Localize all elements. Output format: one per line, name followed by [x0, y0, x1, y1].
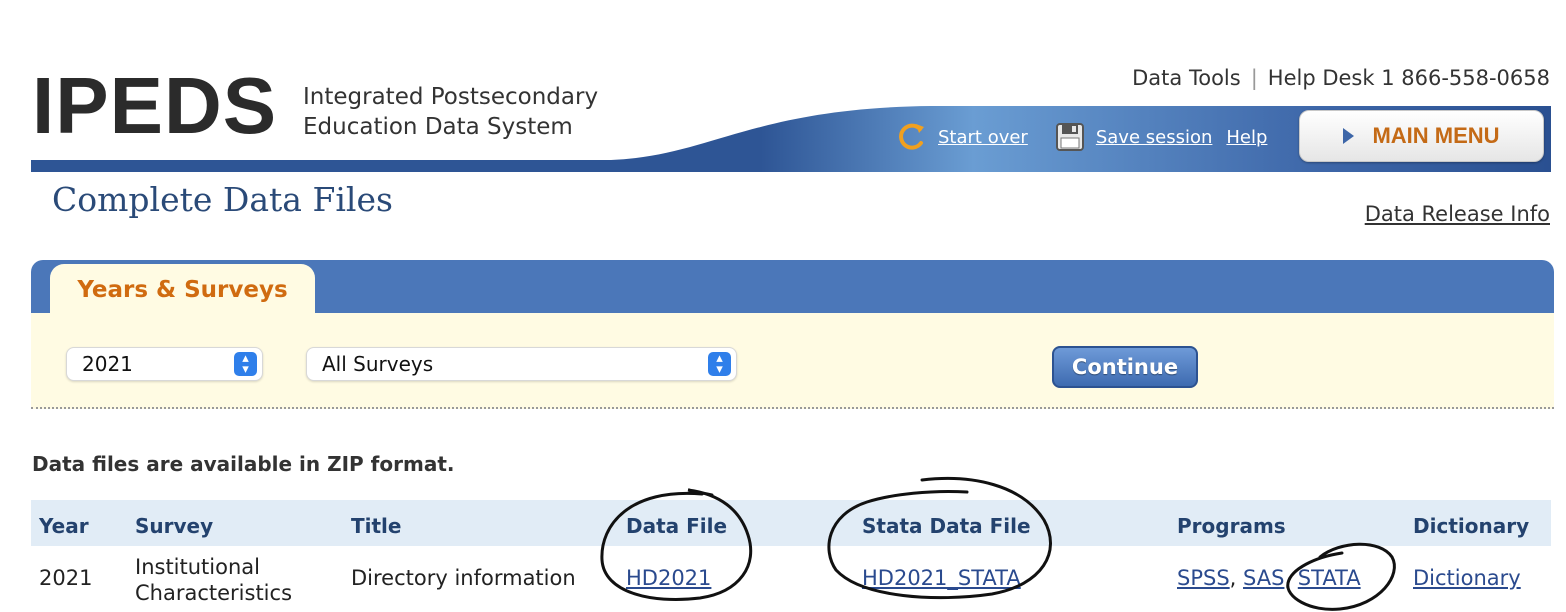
- stata-data-file-link[interactable]: HD2021_STATA: [862, 566, 1021, 590]
- data-file-link[interactable]: HD2021: [626, 566, 711, 590]
- start-over-icon[interactable]: [896, 121, 928, 153]
- row-year: 2021: [39, 566, 93, 590]
- survey-select-value: All Surveys: [322, 352, 434, 376]
- row-survey: Institutional Characteristics: [135, 554, 292, 606]
- help-desk-text: Help Desk 1 866-558-0658: [1267, 66, 1550, 90]
- col-header-survey: Survey: [135, 514, 214, 538]
- data-tools-link[interactable]: Data Tools: [1132, 66, 1241, 90]
- year-select[interactable]: 2021 ▴ ▾: [66, 347, 263, 381]
- sas-program-link[interactable]: SAS: [1243, 566, 1284, 590]
- page-title: Complete Data Files: [52, 180, 393, 219]
- col-header-stata-file: Stata Data File: [862, 514, 1031, 538]
- row-survey-line-2: Characteristics: [135, 581, 293, 605]
- main-menu-button[interactable]: MAIN MENU: [1299, 110, 1544, 162]
- start-over-link[interactable]: Start over: [938, 127, 1028, 148]
- top-links-separator: |: [1250, 66, 1258, 90]
- help-link[interactable]: Help: [1226, 127, 1267, 148]
- save-session-link[interactable]: Save session: [1096, 127, 1213, 148]
- year-select-value: 2021: [82, 352, 133, 376]
- continue-button[interactable]: Continue: [1052, 346, 1198, 388]
- play-triangle-icon: [1343, 128, 1355, 144]
- col-header-title: Title: [351, 514, 402, 538]
- zip-format-note: Data files are available in ZIP format.: [32, 452, 455, 476]
- spss-program-link[interactable]: SPSS: [1177, 566, 1230, 590]
- select-arrows-icon: ▴ ▾: [234, 352, 257, 376]
- banner-links: Start over Save session Help: [896, 119, 1267, 155]
- main-menu-label: MAIN MENU: [1372, 123, 1500, 148]
- program-separator: ,: [1229, 566, 1244, 590]
- program-separator: ,: [1284, 566, 1298, 590]
- col-header-programs: Programs: [1177, 514, 1286, 538]
- row-title: Directory information: [351, 566, 576, 590]
- data-release-info-link[interactable]: Data Release Info: [1365, 202, 1550, 226]
- col-header-dictionary: Dictionary: [1413, 514, 1530, 538]
- row-survey-line-1: Institutional: [135, 555, 260, 579]
- col-header-data-file: Data File: [626, 514, 728, 538]
- table-header-row: [31, 500, 1551, 546]
- col-header-year: Year: [39, 514, 89, 538]
- top-links: Data Tools | Help Desk 1 866-558-0658: [1132, 66, 1550, 90]
- dictionary-link[interactable]: Dictionary: [1413, 566, 1521, 590]
- survey-select[interactable]: All Surveys ▴ ▾: [306, 347, 737, 381]
- programs-links: SPSS, SAS, STATA: [1177, 566, 1361, 590]
- stata-program-link[interactable]: STATA: [1298, 566, 1361, 590]
- save-disk-icon[interactable]: [1054, 121, 1086, 153]
- select-arrows-icon: ▴ ▾: [708, 352, 731, 376]
- tab-years-surveys[interactable]: Years & Surveys: [50, 264, 315, 316]
